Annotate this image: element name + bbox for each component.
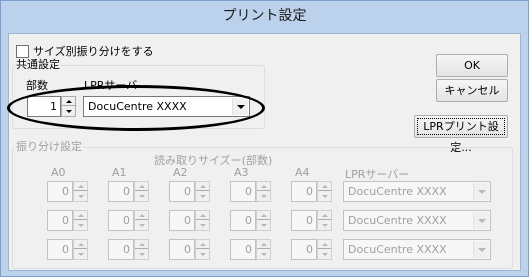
print-settings-dialog: プリント設定 サイズ別振り分けをする 共通設定 部数 LPRサーバ 1 Docu… (0, 0, 529, 277)
distribution-settings-label: 振り分け設定 (15, 140, 83, 153)
row2-a0-input[interactable]: 0 (47, 210, 73, 231)
row3-a4-spinner[interactable] (317, 239, 332, 260)
row2-lpr-server-select[interactable]: DocuCentre XXXX (343, 210, 491, 231)
row1-a4-input[interactable]: 0 (291, 181, 317, 202)
column-a3: A3 (234, 166, 249, 179)
row1-a4-spinner[interactable] (317, 181, 332, 202)
row1-lpr-server-select[interactable]: DocuCentre XXXX (343, 181, 491, 202)
row3-a1-input[interactable]: 0 (108, 239, 134, 260)
row2-a1-spinner[interactable] (134, 210, 149, 231)
column-a4: A4 (295, 166, 310, 179)
ok-button[interactable]: OK (436, 54, 508, 77)
row3-a2-spinner[interactable] (195, 239, 210, 260)
copies-spinner[interactable] (61, 96, 76, 117)
row1-a1-spinner[interactable] (134, 181, 149, 202)
dialog-title: プリント設定 (1, 1, 528, 33)
row1-a2-input[interactable]: 0 (169, 181, 195, 202)
lpr-server-column-header: LPRサーバー (345, 168, 410, 181)
chevron-down-icon[interactable] (473, 212, 489, 229)
chevron-down-icon[interactable] (473, 241, 489, 258)
row3-a2-input[interactable]: 0 (169, 239, 195, 260)
spin-down-icon[interactable] (62, 107, 75, 116)
split-by-size-label[interactable]: サイズ別振り分けをする (33, 43, 154, 59)
split-by-size-checkbox[interactable] (16, 45, 29, 58)
row1-a0-spinner[interactable] (73, 181, 88, 202)
row1-a3-spinner[interactable] (256, 181, 271, 202)
cancel-button[interactable]: キャンセル (436, 79, 508, 102)
row2-a1-input[interactable]: 0 (108, 210, 134, 231)
row1-a1-input[interactable]: 0 (108, 181, 134, 202)
spin-up-icon[interactable] (62, 97, 75, 106)
row2-a4-spinner[interactable] (317, 210, 332, 231)
row1-a0-input[interactable]: 0 (47, 181, 73, 202)
row3-a3-input[interactable]: 0 (230, 239, 256, 260)
lpr-server-label: LPRサーバ (84, 79, 138, 92)
chevron-down-icon[interactable] (232, 98, 248, 115)
row3-lpr-server-value: DocuCentre XXXX (348, 243, 447, 256)
lpr-server-select[interactable]: DocuCentre XXXX (83, 96, 250, 117)
read-size-header: 読み取りサイズー(部数) (154, 154, 273, 167)
column-a2: A2 (173, 166, 188, 179)
row3-a0-spinner[interactable] (73, 239, 88, 260)
row3-a1-spinner[interactable] (134, 239, 149, 260)
row3-a3-spinner[interactable] (256, 239, 271, 260)
column-a0: A0 (51, 166, 66, 179)
chevron-down-icon[interactable] (473, 183, 489, 200)
row3-a0-input[interactable]: 0 (47, 239, 73, 260)
copies-label: 部数 (26, 79, 48, 92)
row2-a0-spinner[interactable] (73, 210, 88, 231)
copies-input[interactable]: 1 (27, 96, 61, 117)
row1-lpr-server-value: DocuCentre XXXX (348, 185, 447, 198)
row2-a2-spinner[interactable] (195, 210, 210, 231)
row3-a4-input[interactable]: 0 (291, 239, 317, 260)
lpr-server-value: DocuCentre XXXX (88, 100, 187, 113)
row2-a4-input[interactable]: 0 (291, 210, 317, 231)
row2-a3-spinner[interactable] (256, 210, 271, 231)
row2-a2-input[interactable]: 0 (169, 210, 195, 231)
common-settings-label: 共通設定 (15, 58, 61, 71)
row1-a2-spinner[interactable] (195, 181, 210, 202)
row2-lpr-server-value: DocuCentre XXXX (348, 214, 447, 227)
row2-a3-input[interactable]: 0 (230, 210, 256, 231)
lpr-print-settings-button[interactable]: LPRプリント設定... (414, 115, 508, 154)
dialog-body: サイズ別振り分けをする 共通設定 部数 LPRサーバ 1 DocuCentre … (8, 33, 521, 271)
column-a1: A1 (112, 166, 127, 179)
row1-a3-input[interactable]: 0 (230, 181, 256, 202)
row3-lpr-server-select[interactable]: DocuCentre XXXX (343, 239, 491, 260)
